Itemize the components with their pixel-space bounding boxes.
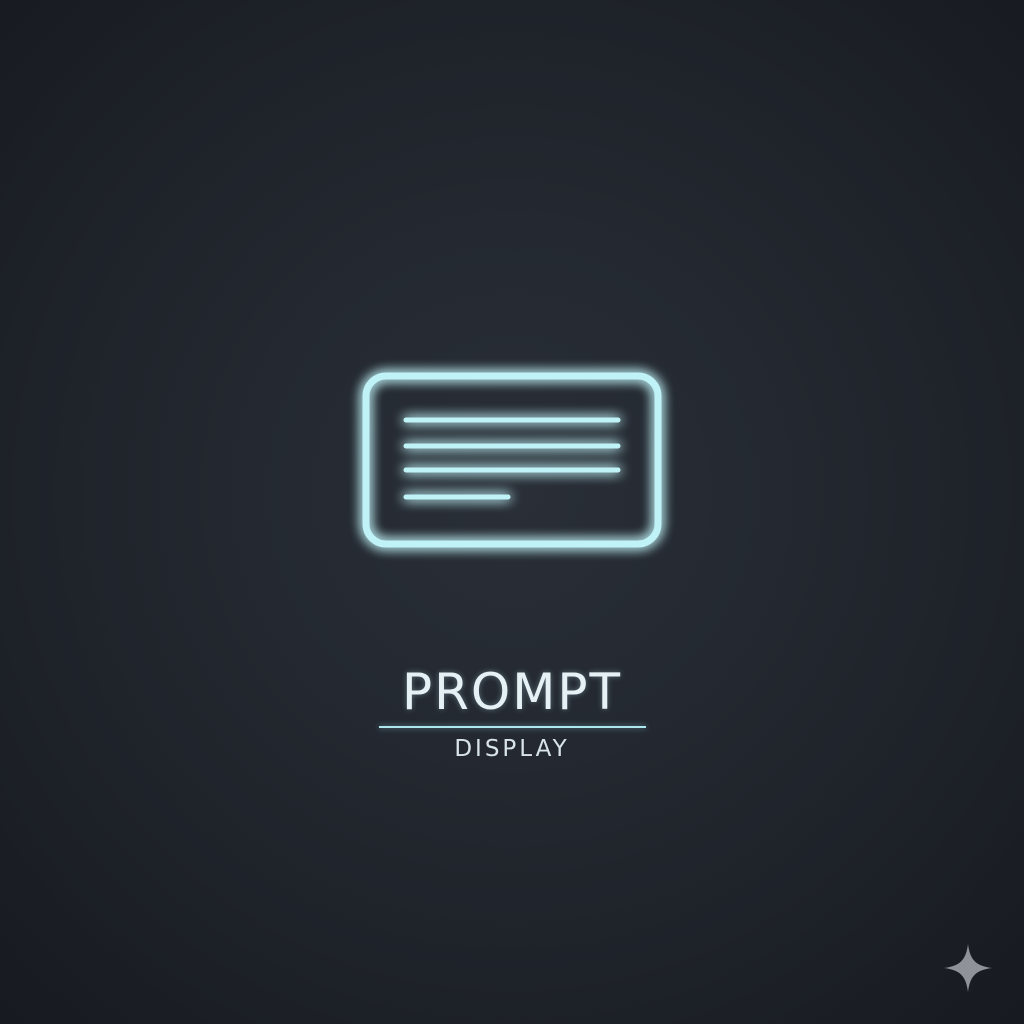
title-divider [379, 726, 646, 728]
text-card-icon [362, 372, 662, 548]
subtitle: DISPLAY [454, 736, 570, 762]
sparkle-icon [942, 942, 994, 994]
title: PROMPT [401, 663, 623, 721]
card-outline [362, 372, 662, 548]
